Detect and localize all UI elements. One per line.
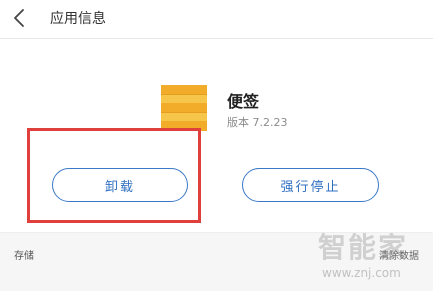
watermark-brand: 智能家: [318, 231, 409, 264]
watermark-url: www.znj.com: [322, 266, 401, 280]
notes-app-icon[interactable]: [161, 85, 207, 131]
app-version: 版本 7.2.23: [227, 116, 288, 129]
uninstall-button[interactable]: 卸载: [52, 168, 188, 202]
watermark: 智能家 www.znj.com: [318, 226, 426, 288]
app-bar: 应用信息: [0, 0, 433, 39]
app-name: 便签: [227, 92, 260, 111]
force-stop-button[interactable]: 强行停止: [242, 168, 379, 202]
page-title: 应用信息: [50, 11, 106, 27]
storage-label: 存储: [14, 251, 34, 262]
chevron-left-icon[interactable]: [8, 6, 32, 30]
